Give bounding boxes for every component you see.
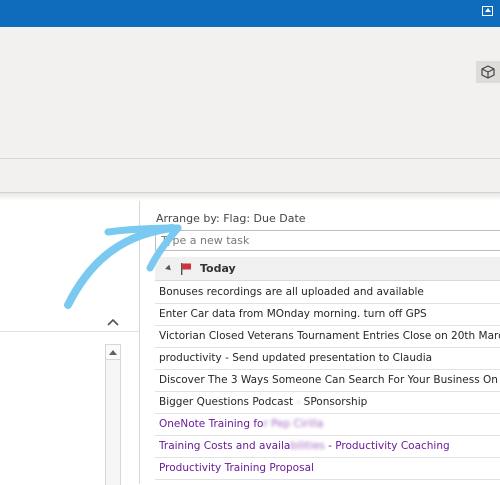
scroll-up-arrow-icon[interactable] (106, 345, 120, 360)
ribbon (0, 27, 500, 158)
task-row[interactable]: Enter Car data from MOnday morning. turn… (155, 304, 500, 326)
flag-icon (180, 262, 192, 276)
task-subject: Victorian Closed Veterans Tournament Ent… (159, 330, 500, 342)
task-subject: productivity - Send updated presentation… (159, 352, 433, 364)
task-row[interactable]: Victorian Closed Veterans Tournament Ent… (155, 326, 500, 348)
task-row[interactable]: OneNote Training for Pep Cirilla (155, 414, 500, 436)
chevron-up-icon[interactable] (106, 316, 120, 328)
vertical-scrollbar[interactable] (105, 344, 121, 485)
task-subject: SPonsorship (303, 396, 368, 408)
new-task-input[interactable] (156, 231, 491, 249)
task-row[interactable]: Productivity Training Proposal (155, 458, 500, 480)
task-row[interactable]: Discover The 3 Ways Someone Can Search F… (155, 370, 500, 392)
task-subject: Bonuses recordings are all uploaded and … (159, 286, 424, 298)
collapse-triangle-icon[interactable] (165, 264, 173, 273)
task-row[interactable]: productivity - Send updated presentation… (155, 348, 500, 370)
restore-window-icon[interactable] (482, 6, 493, 16)
task-subject: OneNote Training fo (159, 418, 264, 430)
task-row[interactable]: Bonuses recordings are all uploaded and … (155, 282, 500, 304)
ribbon-shadow (0, 193, 500, 201)
task-subject-redacted: - (296, 396, 304, 408)
pane-divider (0, 331, 139, 332)
task-row[interactable]: Training Costs and availabilities - Prod… (155, 436, 500, 458)
task-row[interactable]: Bigger Questions Podcast - SPonsorship (155, 392, 500, 414)
title-bar (0, 0, 500, 27)
task-list: Bonuses recordings are all uploaded and … (155, 282, 500, 480)
task-subject: Discover The 3 Ways Someone Can Search F… (159, 374, 500, 386)
task-subject: Productivity Training Proposal (159, 462, 314, 474)
task-subject: Bigger Questions Podcast (159, 396, 297, 408)
cube-icon[interactable] (476, 61, 500, 83)
task-subject: - Productivity Coaching (324, 440, 450, 452)
task-subject-redacted: r Pep Cirilla (263, 418, 324, 430)
task-subject: Training Costs and availa (159, 440, 291, 452)
navigation-pane (0, 201, 140, 485)
task-subject-redacted: bilities (290, 440, 325, 452)
task-subject: Enter Car data from MOnday morning. turn… (159, 308, 427, 320)
arrange-by-label[interactable]: Arrange by: Flag: Due Date (156, 212, 306, 225)
new-task-box[interactable] (155, 230, 500, 251)
group-label: Today (200, 262, 236, 275)
toolbar-strip (0, 159, 500, 193)
task-list-pane: Arrange by: Flag: Due Date Today Bonuses… (140, 201, 500, 484)
group-header-today[interactable]: Today (155, 257, 500, 281)
